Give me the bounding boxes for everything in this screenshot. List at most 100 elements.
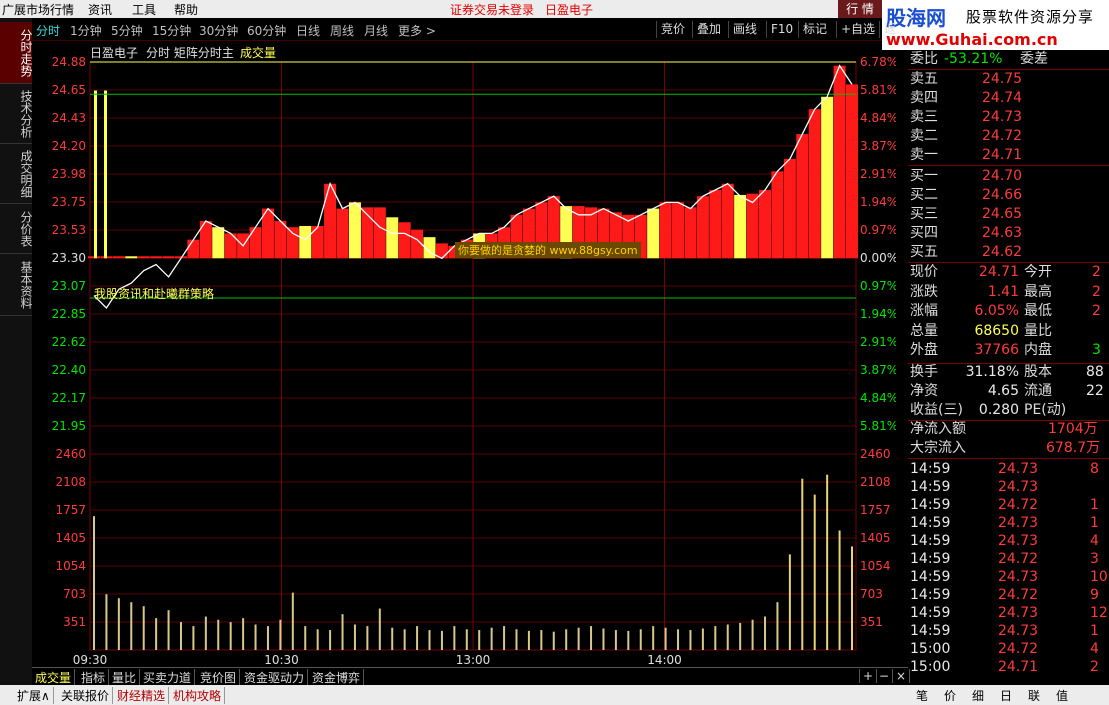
period-60min[interactable]: 60分钟 [247,22,286,39]
sell-level-row: 卖四 24.74 [910,90,1023,106]
tab-ticks[interactable]: 笔 [916,687,928,704]
buy-level-row: 买一 24.70 [910,168,1023,184]
intraday-chart[interactable]: 24.88 6.78% 24.65 5.81% 24.43 4.84% 24.20 3.87%… [34,42,896,666]
chart-axes: 24.88 6.78% 24.65 5.81% 24.43 4.84% 24.20 3.87%… [52,55,896,666]
period-30min[interactable]: 30分钟 [199,22,238,39]
period-1min[interactable]: 1分钟 [70,22,102,39]
institution-strategy-tab[interactable]: 机构攻略 [170,687,226,704]
watermark: 你要做的是贪婪的 www.88gsy.com [455,242,641,258]
tab-price[interactable]: 价 [944,687,956,704]
buy-price: 24.66 [982,187,1023,203]
strategy-overlay: 我股资讯和赴曦群策略 [94,287,215,301]
tab-detail[interactable]: 细 [972,687,984,704]
volume-bar [204,616,207,650]
finance-picks-tab[interactable]: 财经精选 [114,687,170,704]
zoom-in-button[interactable]: + [859,669,878,683]
tab-volume-ratio[interactable]: 量比 [109,669,141,686]
stat-row: 现价 24.71 今开 2 [910,264,1101,280]
tab-price-table[interactable]: 分价表 [0,204,33,254]
tab-volume[interactable]: 成交量 [32,669,76,686]
buy-level-row: 买三 24.65 [910,206,1023,222]
pct-tick-label: 2.91% [860,335,896,349]
tab-value[interactable]: 值 [1056,687,1068,704]
open-spike [104,90,107,259]
stat2-value: 31.18% [965,364,1019,380]
close-panel-button[interactable]: × [893,669,911,683]
expand-button[interactable]: 扩展∧ [14,687,54,704]
period-daily[interactable]: 日线 [296,22,320,39]
f10-button[interactable]: F10 [766,21,797,38]
fill-bar [398,222,411,259]
period-weekly[interactable]: 周线 [330,22,354,39]
net-inflow-row: 净流入额 1704万 [910,421,1098,437]
volume-tick-label: 351 [63,615,86,629]
menu-help[interactable]: 帮助 [174,1,198,18]
volume-bar [403,629,406,650]
related-quotes-tab[interactable]: 关联报价 [58,687,114,704]
buy-price: 24.70 [982,168,1023,184]
chart-stock-name: 日盈电子 [90,46,139,60]
stat-value: 24.71 [978,264,1019,280]
volume-bar [266,626,269,650]
tick-time: 14:59 [910,605,951,621]
mark-button[interactable]: 标记 [798,21,831,38]
tab-day[interactable]: 日 [1000,687,1012,704]
period-more[interactable]: 更多 > [398,22,436,39]
tab-buy-sell-force[interactable]: 买卖力道 [140,669,196,686]
tab-auction-chart[interactable]: 竞价图 [197,669,241,686]
overlay-button[interactable]: 叠加 [692,21,725,38]
tab-trade-details[interactable]: 成交明细 [0,144,33,204]
tab-link[interactable]: 联 [1028,687,1040,704]
tick-row: 14:59 24.73 4 [910,532,1109,551]
volume-bar [304,626,307,650]
tick-time: 14:59 [910,569,951,585]
stat2-row: 收益(三) 0.280 PE(动) [910,402,1067,418]
tick-row: 14:59 24.72 3 [910,550,1109,569]
volume-tick-label: 1054 [55,559,86,573]
volume-bar [851,546,853,650]
tab-intraday[interactable]: 分时走势 [0,22,33,84]
menu-tools[interactable]: 工具 [132,1,156,18]
pct-tick-label: 3.87% [860,363,896,377]
tab-capital-game[interactable]: 资金博弈 [309,669,365,686]
tab-capital-drive[interactable]: 资金驱动力 [241,669,309,686]
tick-time: 14:59 [910,533,951,549]
volume-bar [577,627,580,650]
period-5min[interactable]: 5分钟 [111,22,143,39]
wei-bi-row: 委比 -53.21% 委差 [910,51,1048,67]
add-watchlist-button[interactable]: +自选 [836,21,879,38]
volume-bar [428,630,431,650]
volume-bar [552,631,555,650]
price-tick-label: 22.17 [52,391,86,405]
back-button[interactable]: 返 [879,21,900,38]
volume-bar [788,554,791,650]
tab-fundamentals[interactable]: 基本资料 [0,254,33,316]
volume-bar [378,608,381,650]
right-bottom-tabs: 笔 价 细 日 联 值 [908,685,1109,705]
volume-bar [341,614,344,650]
zoom-out-button[interactable]: − [876,669,894,683]
tab-technical[interactable]: 技术分析 [0,84,33,144]
fill-bar [274,221,287,259]
volume-bar [801,478,804,650]
auction-button[interactable]: 竞价 [656,21,689,38]
sell-price: 24.71 [982,147,1023,163]
tick-volume: 4 [1090,533,1099,549]
period-15min[interactable]: 15分钟 [152,22,191,39]
volume-tick-label: 1405 [55,531,86,545]
menu-market[interactable]: 广展市场行情 [2,1,74,18]
sell-price: 24.72 [982,128,1023,144]
quote-mode-tab[interactable]: 行 情 [838,0,882,18]
draw-line-button[interactable]: 画线 [728,21,761,38]
tab-indicator[interactable]: 指标 [78,669,110,686]
period-monthly[interactable]: 月线 [364,22,388,39]
volume-bar [453,626,456,650]
volume-bar [751,619,754,650]
fill-bar [137,256,150,259]
trade-status[interactable]: 证券交易未登录 [450,1,534,18]
menu-news[interactable]: 资讯 [88,1,112,18]
tick-volume: 4 [1090,641,1099,657]
period-intraday[interactable]: 分时 [36,22,60,39]
indicator-tab-bar: 成交量 指标 量比 买卖力道 竞价图 资金驱动力 资金博弈 + − × [32,667,911,686]
time-label: 09:30 [73,653,108,666]
